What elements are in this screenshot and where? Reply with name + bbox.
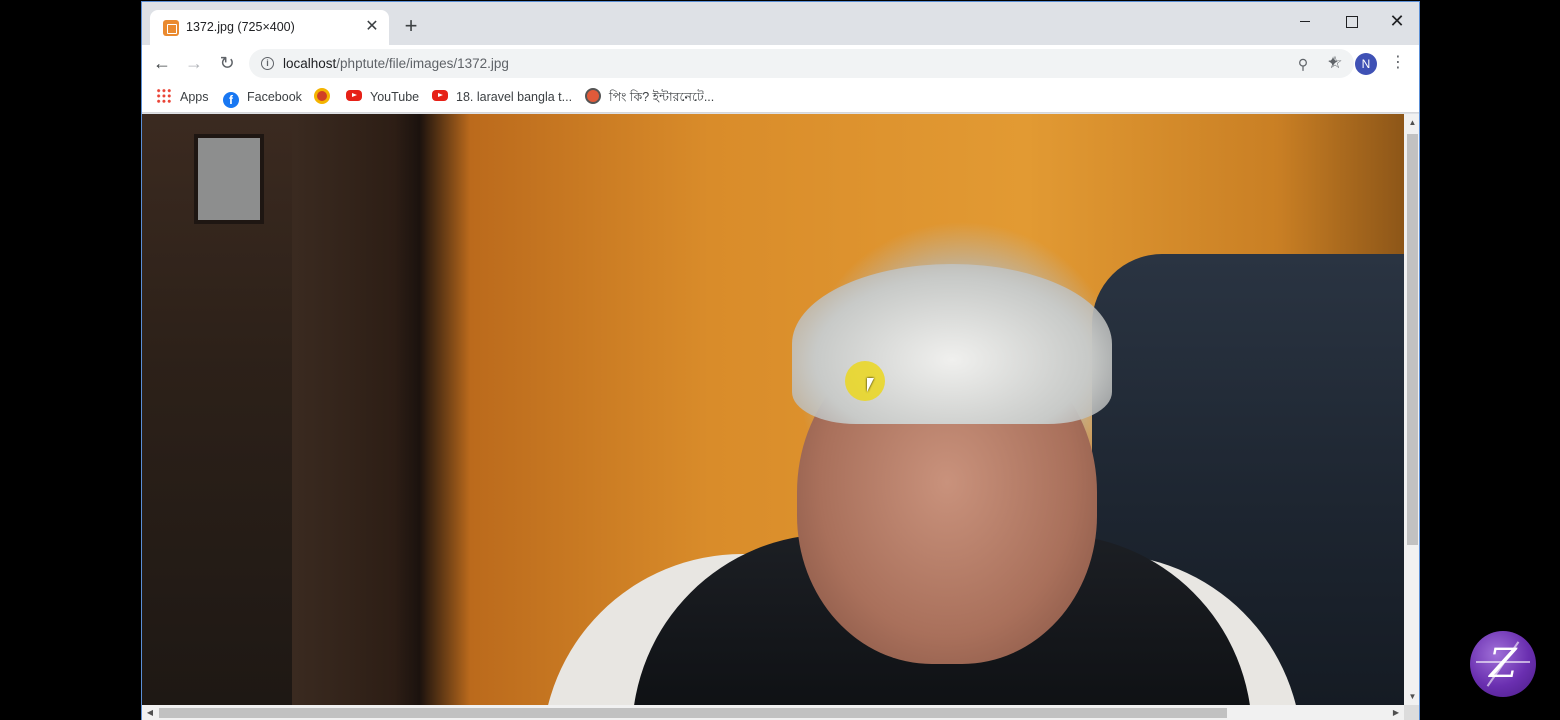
bookmark-youtube[interactable]: YouTube (346, 87, 419, 107)
site-info-icon[interactable]: i (261, 57, 274, 70)
site-icon (585, 88, 601, 104)
reload-button[interactable]: ↻ (213, 51, 241, 75)
bookmark-laravel-video[interactable]: 18. laravel bangla t... (432, 87, 572, 107)
scrollbar-corner (1404, 705, 1419, 720)
tab-title: 1372.jpg (725×400) (186, 20, 295, 34)
extensions-puzzle-icon[interactable]: ✦ (1324, 54, 1342, 72)
youtube-icon (432, 90, 448, 101)
browser-window: 1372.jpg (725×400) ✕ + ✕ ← → ↻ i localho… (141, 1, 1420, 720)
url-path: /phptute/file/images/1372.jpg (336, 56, 509, 71)
image-viewport[interactable] (142, 114, 1404, 705)
profile-avatar[interactable]: N (1355, 53, 1377, 75)
window-close-button[interactable]: ✕ (1374, 7, 1419, 35)
scroll-down-arrow-icon[interactable]: ▼ (1404, 688, 1419, 705)
maximize-button[interactable] (1328, 7, 1374, 35)
bookmark-label: পিং কি? ইন্টারনেটে... (609, 90, 715, 104)
mouse-pointer-icon (867, 378, 881, 392)
logo-letter: Z (1489, 641, 1517, 687)
scroll-left-arrow-icon[interactable]: ◀ (142, 705, 158, 720)
tab-strip: 1372.jpg (725×400) ✕ + ✕ (142, 2, 1419, 45)
apps-grid-icon (156, 88, 172, 104)
toolbar: ← → ↻ i localhost/phptute/file/images/13… (142, 45, 1419, 82)
back-button[interactable]: ← (148, 51, 176, 75)
bangladesh-gov-icon (314, 88, 330, 104)
bookmark-facebook[interactable]: f Facebook (223, 87, 302, 108)
bookmark-ping-article[interactable]: পিং কি? ইন্টারনেটে... (585, 87, 714, 107)
tab-close-icon[interactable]: ✕ (363, 18, 381, 36)
bookmark-label: Facebook (247, 90, 302, 104)
zoom-icon[interactable]: ⚲ (1294, 55, 1312, 73)
horizontal-scrollbar[interactable]: ◀ ▶ (142, 705, 1404, 720)
url-host: localhost (283, 56, 337, 71)
address-bar[interactable]: i localhost/phptute/file/images/1372.jpg… (249, 49, 1354, 78)
scroll-up-arrow-icon[interactable]: ▲ (1404, 114, 1419, 131)
bookmark-label: Apps (180, 90, 209, 104)
youtube-icon (346, 90, 362, 101)
bookshelf-background (142, 114, 292, 705)
xampp-favicon-icon (163, 20, 179, 36)
channel-logo-icon: Z (1470, 631, 1536, 697)
horizontal-scroll-thumb[interactable] (159, 708, 1227, 718)
tab-active[interactable]: 1372.jpg (725×400) ✕ (150, 10, 389, 45)
person-hair (792, 264, 1112, 424)
picture-frame (194, 134, 264, 224)
vertical-scrollbar[interactable]: ▲ ▼ (1404, 114, 1419, 705)
facebook-icon: f (223, 92, 239, 108)
bookmark-label: YouTube (370, 90, 420, 104)
new-tab-button[interactable]: + (400, 15, 422, 37)
bookmark-label: 18. laravel bangla t... (456, 90, 573, 104)
url-text[interactable]: localhost/phptute/file/images/1372.jpg (283, 56, 509, 71)
bookmarks-bar: Apps f Facebook YouTube 18. laravel bangl… (142, 82, 1419, 113)
bookmark-bangladesh-gov[interactable] (314, 87, 338, 107)
bookmark-apps[interactable]: Apps (156, 87, 209, 107)
minimize-button[interactable] (1282, 7, 1328, 35)
forward-button[interactable]: → (180, 51, 208, 75)
scroll-right-arrow-icon[interactable]: ▶ (1388, 705, 1404, 720)
vertical-scroll-thumb[interactable] (1407, 134, 1418, 545)
browser-menu-icon[interactable]: ⋮ (1390, 54, 1406, 72)
